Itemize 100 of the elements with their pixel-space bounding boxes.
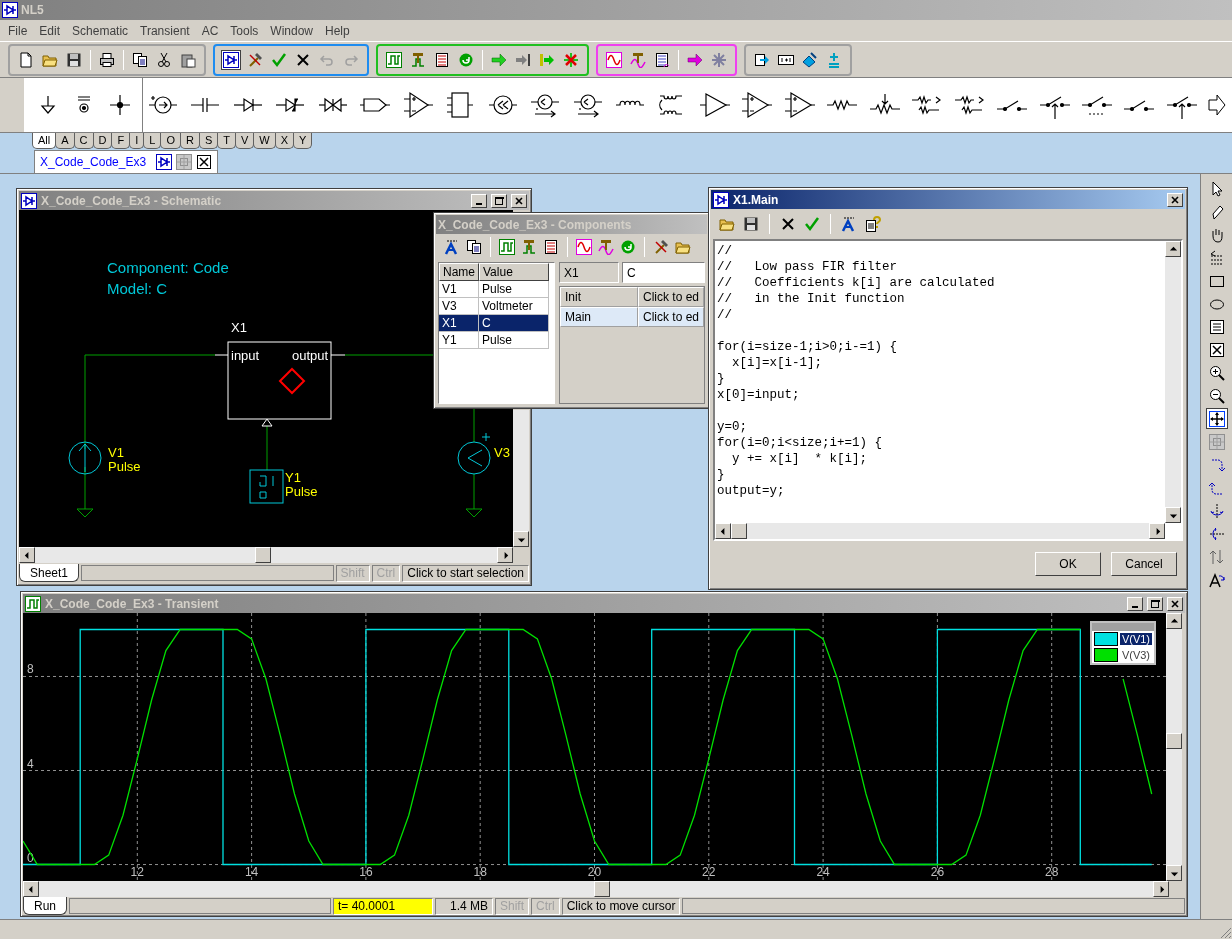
sheet-tab[interactable]: Sheet1	[19, 564, 80, 582]
text-rotate-icon[interactable]	[1208, 571, 1225, 588]
copy-icon[interactable]	[466, 239, 482, 255]
menu-item[interactable]: AC	[195, 23, 225, 38]
flip-horizontal-icon[interactable]	[1208, 525, 1225, 542]
menu-item[interactable]: Edit	[33, 23, 67, 38]
palette-tab[interactable]: R	[179, 133, 200, 149]
scroll-left-button[interactable]	[19, 547, 35, 563]
palette-tab[interactable]: T	[217, 133, 236, 149]
close-button[interactable]	[511, 193, 527, 208]
scroll-left-button[interactable]	[23, 881, 39, 897]
tools-icon[interactable]	[247, 51, 263, 68]
flip-vertical-icon[interactable]	[1208, 502, 1225, 519]
scissors-icon[interactable]	[156, 51, 172, 68]
palette-tab[interactable]: X	[274, 133, 295, 149]
legend-label[interactable]: V(V1)	[1119, 633, 1152, 645]
arrow-to-bar-icon[interactable]	[515, 51, 531, 68]
maximize-button[interactable]	[491, 193, 507, 208]
zoom-out-icon[interactable]	[1208, 387, 1225, 404]
document-tab-label[interactable]: X_Code_Code_Ex3	[40, 155, 147, 169]
menu-item[interactable]: Schematic	[66, 23, 135, 38]
palette-tab[interactable]: V	[235, 133, 255, 149]
function-row[interactable]: Main Click to ed	[559, 307, 704, 327]
scroll-up-button[interactable]	[1166, 613, 1182, 629]
scroll-right-button[interactable]	[497, 547, 513, 563]
palette-tab[interactable]: C	[73, 133, 94, 149]
clipboard-icon[interactable]	[180, 51, 196, 68]
list-wave-icon[interactable]	[654, 51, 670, 68]
palette-tab[interactable]: I	[129, 133, 145, 149]
vertical-scrollbar[interactable]	[513, 410, 529, 547]
document-icon[interactable]	[18, 51, 34, 68]
resize-grip-icon[interactable]	[1218, 925, 1232, 939]
scroll-right-button[interactable]	[1153, 881, 1169, 897]
palette-tab[interactable]: All	[32, 133, 57, 149]
cross-star-icon[interactable]	[563, 51, 579, 68]
horizontal-scrollbar[interactable]	[715, 523, 1165, 539]
move-icon[interactable]	[1208, 410, 1225, 427]
comparator-symbol-icon[interactable]	[401, 90, 434, 120]
refresh-icon[interactable]	[620, 239, 636, 255]
folder-icon[interactable]	[675, 239, 691, 255]
close-button[interactable]	[1167, 192, 1183, 207]
text-frame-icon[interactable]	[1208, 318, 1225, 335]
hammer-sine-icon[interactable]	[630, 51, 646, 68]
x-frame-icon[interactable]	[196, 154, 213, 170]
folder-icon[interactable]	[719, 216, 735, 232]
scroll-right-arrow-icon[interactable]	[1208, 94, 1226, 116]
dashed-lines-icon[interactable]	[1208, 249, 1225, 266]
up-down-arrows-icon[interactable]	[1208, 548, 1225, 565]
column-header[interactable]: Value	[479, 263, 549, 281]
pulse-wave-icon[interactable]	[386, 51, 402, 68]
scroll-down-button[interactable]	[1165, 507, 1181, 523]
sine-wave-icon[interactable]	[606, 51, 622, 68]
palette-tab[interactable]: O	[160, 133, 181, 149]
table-row[interactable]: Y1 Pulse	[439, 332, 549, 349]
list-icon[interactable]	[543, 239, 559, 255]
x-frame-icon[interactable]	[1208, 341, 1225, 358]
maximize-button[interactable]	[1147, 596, 1163, 611]
table-row[interactable]: V1 Pulse	[439, 281, 549, 298]
copy-icon[interactable]	[132, 51, 148, 68]
dialog-button[interactable]: OK	[1035, 552, 1101, 576]
voltmeter-symbol[interactable]	[457, 432, 491, 475]
run-tab[interactable]: Run	[23, 897, 67, 915]
checkmark-icon[interactable]	[804, 216, 820, 232]
menu-item[interactable]: File	[2, 23, 34, 38]
cross-icon[interactable]	[780, 216, 796, 232]
scroll-down-button[interactable]	[1166, 865, 1182, 881]
checkmark-icon[interactable]	[271, 51, 287, 68]
schematic-icon[interactable]	[223, 51, 239, 68]
component-model-field[interactable]: C	[621, 262, 705, 283]
horizontal-scrollbar[interactable]	[19, 547, 513, 563]
scroll-thumb[interactable]	[1166, 733, 1182, 749]
legend-label[interactable]: V(V3)	[1119, 649, 1152, 661]
arrow-right-icon[interactable]	[687, 51, 703, 68]
close-button[interactable]	[1167, 596, 1183, 611]
scroll-thumb[interactable]	[255, 547, 271, 563]
horizontal-scrollbar[interactable]	[23, 881, 1169, 897]
scroll-left-button[interactable]	[715, 523, 731, 539]
menu-item[interactable]: Transient	[134, 23, 196, 38]
document-tab[interactable]: X_Code_Code_Ex3	[34, 150, 219, 173]
hammer-pulse-icon[interactable]	[521, 239, 537, 255]
refresh-icon[interactable]	[458, 51, 474, 68]
font-icon[interactable]	[841, 216, 857, 232]
scroll-up-button[interactable]	[1165, 241, 1181, 257]
menu-item[interactable]: Help	[319, 23, 356, 38]
printer-icon[interactable]	[99, 51, 115, 68]
tools-icon[interactable]	[653, 239, 669, 255]
palette-tab[interactable]: Y	[293, 133, 313, 149]
help-document-icon[interactable]	[865, 216, 881, 232]
palette-tab[interactable]: W	[253, 133, 276, 149]
opamp-symbol-icon[interactable]	[783, 90, 816, 120]
pulse-wave-icon[interactable]	[499, 239, 515, 255]
palette-tab[interactable]: A	[55, 133, 75, 149]
hammer-pulse-icon[interactable]	[410, 51, 426, 68]
opamp-symbol-icon[interactable]	[741, 90, 774, 120]
schematic-icon[interactable]	[156, 154, 173, 170]
current-source-symbol[interactable]	[68, 441, 102, 475]
table-row[interactable]: X1 C	[439, 315, 549, 332]
vertical-scrollbar[interactable]	[1165, 241, 1181, 523]
menu-item[interactable]: Tools	[224, 23, 265, 38]
palette-tab[interactable]: L	[143, 133, 162, 149]
